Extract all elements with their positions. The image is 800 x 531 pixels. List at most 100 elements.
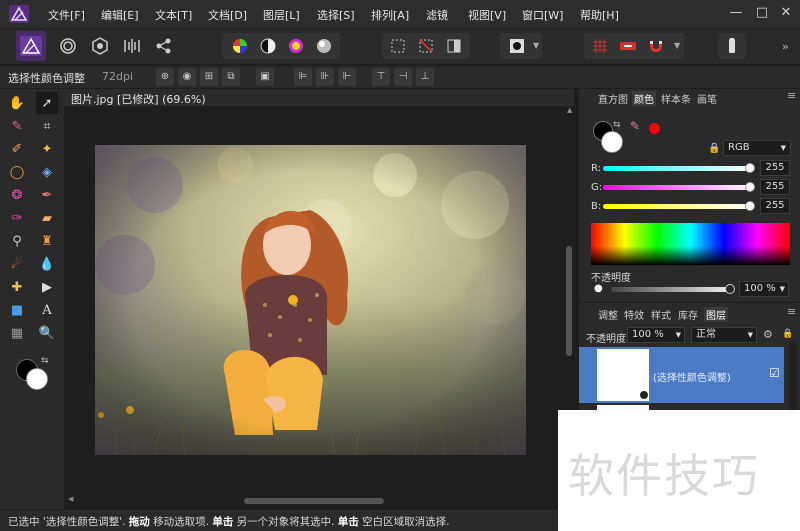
menu-document[interactable]: 文档[D]	[208, 7, 247, 23]
color-wheel-icon[interactable]	[226, 32, 254, 60]
close-icon[interactable]: ✕	[776, 4, 796, 22]
blur-tool-icon[interactable]: 💧	[36, 253, 58, 275]
layer-opacity-dropdown[interactable]: 100 % ▼	[627, 327, 685, 343]
freehand-select-icon[interactable]: ◯	[6, 161, 28, 183]
panel-menu-icon[interactable]: ≡	[787, 89, 796, 102]
align-right-icon[interactable]: ⊩	[338, 68, 356, 86]
tone-mapping-persona-icon[interactable]	[118, 32, 146, 60]
clone-tool-icon[interactable]: ♜	[36, 230, 58, 252]
show-selection-box-icon[interactable]: ◉	[178, 68, 196, 86]
vertical-scroll-thumb[interactable]	[566, 246, 572, 356]
b-slider-knob[interactable]	[745, 201, 755, 211]
layer-row[interactable]: (选择性颜色调整) ☑	[579, 347, 784, 403]
align-bottom-icon[interactable]: ⊥	[416, 68, 434, 86]
opacity-slider[interactable]	[611, 287, 729, 292]
tab-brushes[interactable]: 画笔	[697, 91, 717, 106]
dodge-tool-icon[interactable]: ⚲	[6, 230, 28, 252]
menu-layer[interactable]: 图层[L]	[263, 7, 300, 23]
toolbar-overflow-icon[interactable]: »	[782, 40, 789, 53]
opacity-slider-knob[interactable]	[725, 284, 735, 294]
tab-effects[interactable]: 特效	[624, 307, 644, 322]
paint-brush-icon[interactable]: ✒	[36, 184, 58, 206]
color-picker-tool-icon[interactable]: ✎	[6, 115, 28, 137]
r-value-field[interactable]: 255	[760, 160, 790, 176]
text-tool-icon[interactable]: A	[36, 299, 58, 321]
align-center-icon[interactable]: ⊪	[316, 68, 334, 86]
selection-brush-icon[interactable]: ✐	[6, 138, 28, 160]
menu-window[interactable]: 窗口[W]	[522, 7, 563, 23]
quick-mask-icon[interactable]	[503, 32, 531, 60]
tab-stock[interactable]: 库存	[678, 307, 698, 322]
menu-help[interactable]: 帮助[H]	[580, 7, 619, 23]
hand-tool-icon[interactable]: ✋	[6, 92, 28, 114]
b-value-field[interactable]: 255	[760, 198, 790, 214]
swap-colors-icon[interactable]: ⇆	[41, 356, 49, 366]
flood-select-icon[interactable]: ✦	[36, 138, 58, 160]
assistant-icon[interactable]	[718, 32, 746, 60]
rectangle-tool-icon[interactable]: ■	[6, 299, 28, 321]
tab-layers[interactable]: 图层	[704, 307, 728, 322]
snap-to-bounds-icon[interactable]: ▣	[256, 68, 274, 86]
color-spectrum[interactable]	[591, 223, 790, 265]
horizontal-scrollbar[interactable]: ◀	[64, 495, 561, 507]
grid-icon[interactable]	[586, 32, 614, 60]
g-slider-knob[interactable]	[745, 182, 755, 192]
blend-mode-dropdown[interactable]: 正常 ▼	[691, 327, 757, 343]
layers-scrollbar[interactable]	[789, 341, 797, 421]
r-slider[interactable]	[603, 166, 753, 171]
liquify-persona-icon[interactable]	[54, 32, 82, 60]
g-slider[interactable]	[603, 185, 753, 190]
menu-arrange[interactable]: 排列[A]	[371, 7, 409, 23]
document-photo[interactable]	[95, 145, 526, 455]
hsl-icon[interactable]	[282, 32, 310, 60]
color-wheel-tool-icon[interactable]: ❂	[6, 184, 28, 206]
layer-visibility-checkbox[interactable]: ☑	[769, 366, 780, 380]
zoom-tool-icon[interactable]: 🔍	[36, 322, 58, 344]
align-top-icon[interactable]: ⊤	[372, 68, 390, 86]
snapping-magnet-icon[interactable]	[642, 32, 670, 60]
black-white-icon[interactable]	[254, 32, 282, 60]
flood-fill-icon[interactable]: ◈	[36, 161, 58, 183]
align-left-icon[interactable]: ⊫	[294, 68, 312, 86]
deselect-icon[interactable]	[412, 32, 440, 60]
lock-icon[interactable]: 🔒	[708, 143, 720, 154]
r-slider-knob[interactable]	[745, 163, 755, 173]
arrange-icon[interactable]: ⧉	[222, 68, 240, 86]
tab-swatches[interactable]: 样本条	[661, 91, 691, 106]
tab-adjustments[interactable]: 调整	[598, 307, 618, 322]
export-persona-icon[interactable]	[150, 32, 178, 60]
node-tool-icon[interactable]: ▶	[36, 276, 58, 298]
move-tool-icon[interactable]: ➚	[36, 92, 58, 114]
opacity-dropdown[interactable]: 100 % ▼	[739, 281, 789, 297]
menu-view[interactable]: 视图[V]	[468, 7, 506, 23]
paint-mixer-icon[interactable]: ✑	[6, 207, 28, 229]
invert-selection-icon[interactable]	[440, 32, 468, 60]
crop-tool-icon[interactable]: ⌗	[36, 115, 58, 137]
b-slider[interactable]	[603, 204, 753, 209]
menu-edit[interactable]: 编辑[E]	[101, 7, 139, 23]
recent-color-red[interactable]	[649, 123, 660, 134]
color-model-dropdown[interactable]: RGB ▼	[723, 140, 791, 156]
smudge-tool-icon[interactable]: ☄	[6, 253, 28, 275]
photo-persona-icon[interactable]	[16, 31, 46, 61]
chevron-down-icon[interactable]: ▼	[533, 41, 539, 50]
horizontal-scroll-thumb[interactable]	[244, 498, 384, 504]
maximize-icon[interactable]: □	[752, 4, 772, 22]
panel-menu-icon[interactable]: ≡	[787, 305, 796, 318]
swap-colors-icon[interactable]: ⇆	[613, 120, 621, 130]
transform-origin-icon[interactable]: ⊕	[156, 68, 174, 86]
develop-persona-icon[interactable]	[86, 32, 114, 60]
menu-text[interactable]: 文本[T]	[155, 7, 192, 23]
tab-color[interactable]: 颜色	[632, 91, 656, 106]
eraser-icon[interactable]: ▰	[36, 207, 58, 229]
white-balance-icon[interactable]	[310, 32, 338, 60]
menu-file[interactable]: 文件[F]	[48, 7, 85, 23]
tab-styles[interactable]: 样式	[651, 307, 671, 322]
tab-histogram[interactable]: 直方图	[598, 91, 628, 106]
stroke-color-swatch[interactable]	[601, 131, 623, 153]
gear-icon[interactable]: ⚙	[763, 328, 773, 341]
secondary-color-swatch[interactable]	[26, 368, 48, 390]
lock-icon[interactable]: 🔒	[782, 329, 793, 339]
marquee-select-icon[interactable]	[384, 32, 412, 60]
healing-tool-icon[interactable]: ✚	[6, 276, 28, 298]
